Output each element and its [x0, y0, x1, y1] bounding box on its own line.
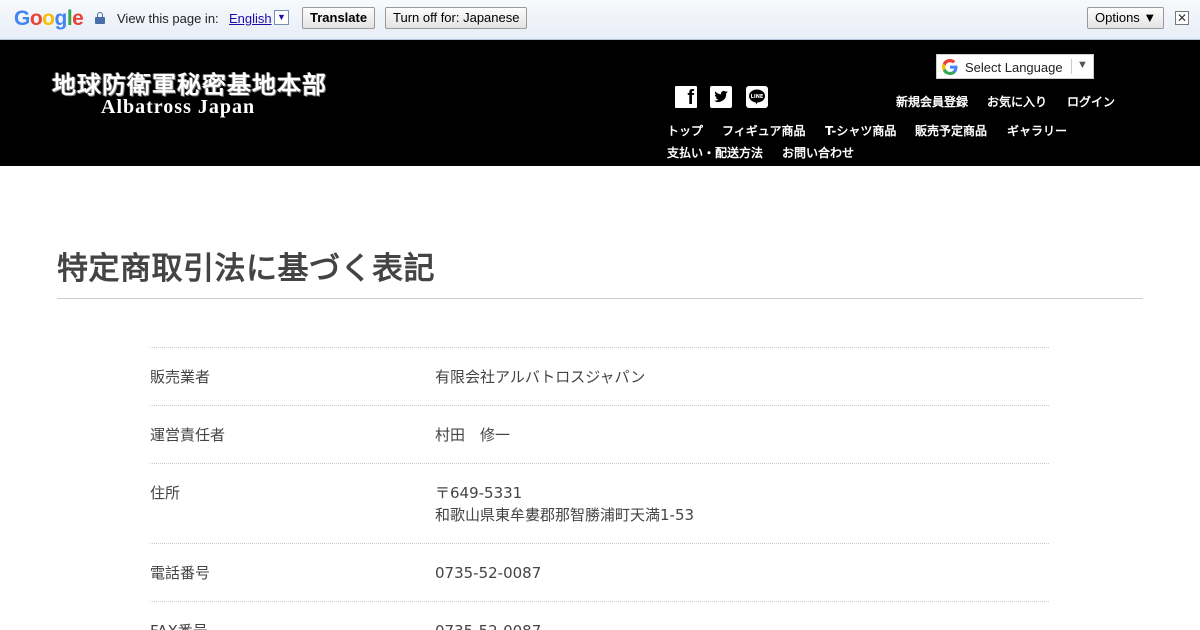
- options-button[interactable]: Options ▼: [1087, 7, 1165, 29]
- row-value: 有限会社アルバトロスジャパン: [435, 368, 646, 386]
- translate-bar: Google View this page in: English ▼ Tran…: [0, 0, 1200, 40]
- row-value: 0735-52-0087: [435, 564, 542, 582]
- lock-icon: [95, 12, 105, 24]
- row-label: 運営責任者: [150, 426, 226, 444]
- row-value: 村田 修一: [435, 426, 511, 444]
- info-table: 販売業者 有限会社アルバトロスジャパン 運営責任者 村田 修一 住所 〒649-…: [150, 347, 1049, 630]
- title-divider: [57, 298, 1143, 299]
- row-label: 住所: [150, 484, 181, 502]
- select-language-dropdown[interactable]: Select Language ▼: [936, 54, 1094, 79]
- google-logo: Google: [14, 7, 84, 30]
- nav-figures[interactable]: フィギュア商品: [722, 122, 806, 139]
- table-row: FAX番号 0735-52-0087: [150, 601, 1049, 630]
- svg-text:LINE: LINE: [751, 94, 764, 100]
- table-row: 電話番号 0735-52-0087: [150, 543, 1049, 601]
- table-row: 運営責任者 村田 修一: [150, 405, 1049, 463]
- nav-contact[interactable]: お問い合わせ: [782, 144, 854, 161]
- site-header: 地球防衛軍秘密基地本部 Albatross Japan Select Langu…: [0, 40, 1200, 166]
- row-label: FAX番号: [150, 620, 208, 630]
- nav-tshirts[interactable]: T-シャツ商品: [825, 122, 896, 139]
- facebook-icon[interactable]: f: [675, 86, 697, 108]
- row-value: 〒649-5331 和歌山県東牟婁郡那智勝浦町天満1-53: [435, 482, 1049, 526]
- register-link[interactable]: 新規会員登録: [896, 93, 968, 110]
- site-logo-en[interactable]: Albatross Japan: [101, 96, 255, 119]
- nav-gallery[interactable]: ギャラリー: [1007, 122, 1067, 139]
- translate-language-link[interactable]: English: [229, 11, 272, 26]
- language-dropdown-icon[interactable]: ▼: [274, 10, 289, 25]
- line-icon[interactable]: LINE: [746, 86, 768, 108]
- nav-upcoming[interactable]: 販売予定商品: [915, 122, 987, 139]
- table-row: 住所 〒649-5331 和歌山県東牟婁郡那智勝浦町天満1-53: [150, 463, 1049, 543]
- table-row: 販売業者 有限会社アルバトロスジャパン: [150, 347, 1049, 405]
- translate-prompt: View this page in:: [117, 11, 219, 26]
- site-logo-jp[interactable]: 地球防衛軍秘密基地本部: [52, 65, 327, 100]
- google-g-icon: [942, 59, 958, 75]
- postal-code: 〒649-5331: [435, 484, 523, 502]
- page-title: 特定商取引法に基づく表記: [57, 251, 435, 287]
- favorites-link[interactable]: お気に入り: [987, 93, 1047, 110]
- login-link[interactable]: ログイン: [1067, 93, 1115, 110]
- nav-payment-shipping[interactable]: 支払い・配送方法: [667, 144, 763, 161]
- turn-off-button[interactable]: Turn off for: Japanese: [385, 7, 528, 29]
- row-value: 0735-52-0087: [435, 620, 1049, 630]
- row-label: 電話番号: [150, 564, 211, 582]
- row-label: 販売業者: [150, 368, 211, 386]
- address-line: 和歌山県東牟婁郡那智勝浦町天満1-53: [435, 506, 695, 524]
- translate-button[interactable]: Translate: [302, 7, 376, 29]
- twitter-icon[interactable]: [710, 86, 732, 108]
- close-icon[interactable]: ✕: [1175, 11, 1189, 25]
- chevron-down-icon: ▼: [1077, 59, 1088, 71]
- nav-top[interactable]: トップ: [667, 122, 703, 139]
- select-language-label: Select Language: [965, 60, 1063, 75]
